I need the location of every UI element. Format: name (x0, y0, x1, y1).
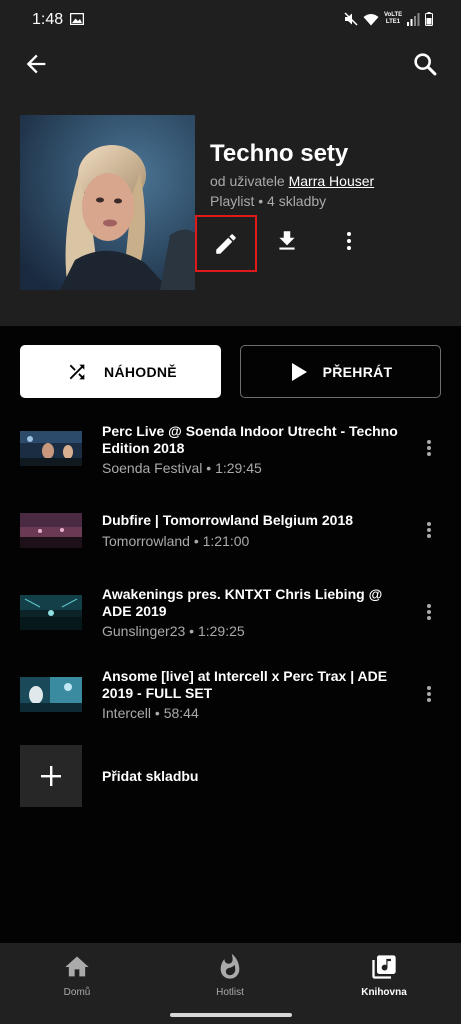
edit-playlist-button[interactable] (195, 215, 257, 272)
volte-indicator: VoLTE LTE1 (384, 12, 403, 25)
more-vertical-icon (427, 604, 431, 620)
more-options-button[interactable] (334, 226, 364, 256)
nav-label-library: Knihovna (361, 987, 407, 998)
track-item[interactable]: Awakenings pres. KNTXT Chris Liebing @ A… (0, 584, 461, 664)
track-subtitle: Intercell • 58:44 (102, 705, 199, 721)
back-button[interactable] (22, 50, 50, 78)
play-label: PŘEHRÁT (322, 363, 393, 380)
status-icons: VoLTE LTE1 (344, 12, 433, 26)
bottom-navigation: Domů Hotlist Knihovna (0, 943, 461, 1024)
track-subtitle: Gunslinger23 • 1:29:25 (102, 623, 245, 639)
more-vertical-icon (427, 440, 431, 456)
track-item[interactable]: Perc Live @ Soenda Indoor Utrecht - Tech… (0, 420, 461, 500)
add-track-label[interactable]: Přidat skladbu (102, 768, 198, 784)
more-vertical-icon (427, 522, 431, 538)
shuffle-icon (69, 364, 85, 379)
signal-icon (407, 12, 420, 26)
track-more-button[interactable] (419, 518, 439, 542)
track-more-button[interactable] (419, 600, 439, 624)
play-icon (291, 362, 307, 381)
track-subtitle: Tomorrowland • 1:21:00 (102, 533, 250, 549)
search-icon (414, 53, 437, 76)
pencil-icon (216, 233, 236, 254)
track-more-button[interactable] (419, 682, 439, 706)
track-item[interactable]: Dubfire | Tomorrowland Belgium 2018 Tomo… (0, 500, 461, 580)
nav-label-hotlist: Hotlist (216, 987, 244, 998)
home-icon (65, 956, 89, 977)
track-title: Perc Live @ Soenda Indoor Utrecht - Tech… (102, 423, 398, 456)
more-vertical-icon (347, 232, 351, 250)
plus-icon (41, 766, 61, 786)
play-button[interactable]: PŘEHRÁT (240, 345, 441, 398)
playlist-title: Techno sety (210, 140, 349, 167)
track-subtitle: Soenda Festival • 1:29:45 (102, 460, 262, 476)
gallery-notification-icon (70, 13, 84, 25)
arrow-left-icon (26, 54, 46, 74)
playlist-meta: Playlist • 4 skladby (210, 193, 327, 209)
nav-item-library[interactable]: Knihovna (324, 953, 444, 1003)
search-button[interactable] (411, 50, 439, 78)
track-title: Ansome [live] at Intercell x Perc Trax |… (102, 668, 388, 701)
wifi-icon (363, 13, 379, 25)
owner-line: od uživatele Marra Houser (210, 173, 374, 189)
track-title: Dubfire | Tomorrowland Belgium 2018 (102, 512, 354, 528)
status-time: 1:48 (32, 11, 64, 28)
add-track-button[interactable] (20, 745, 82, 807)
playlist-cover-image (20, 115, 195, 290)
flame-icon (220, 953, 240, 979)
mute-icon (344, 12, 358, 26)
download-button[interactable] (272, 226, 302, 256)
nav-label-home: Domů (63, 987, 91, 998)
home-indicator[interactable] (170, 1013, 292, 1017)
track-title: Awakenings pres. KNTXT Chris Liebing @ A… (102, 586, 383, 619)
nav-item-hotlist[interactable]: Hotlist (170, 953, 290, 1003)
owner-prefix: od uživatele (210, 173, 285, 189)
owner-link[interactable]: Marra Houser (289, 173, 375, 189)
more-vertical-icon (427, 686, 431, 702)
track-thumbnail (20, 431, 82, 466)
track-thumbnail (20, 677, 82, 712)
shuffle-button[interactable]: NÁHODNĚ (20, 345, 221, 398)
track-item[interactable]: Ansome [live] at Intercell x Perc Trax |… (0, 664, 461, 744)
status-bar: 1:48 VoLTE LTE1 (0, 0, 461, 40)
track-thumbnail (20, 595, 82, 630)
shuffle-label: NÁHODNĚ (104, 363, 177, 380)
track-more-button[interactable] (419, 436, 439, 460)
track-thumbnail (20, 513, 82, 548)
nav-item-home[interactable]: Domů (17, 953, 137, 1003)
battery-icon (425, 12, 433, 26)
download-icon (279, 231, 295, 250)
library-icon (372, 955, 396, 979)
